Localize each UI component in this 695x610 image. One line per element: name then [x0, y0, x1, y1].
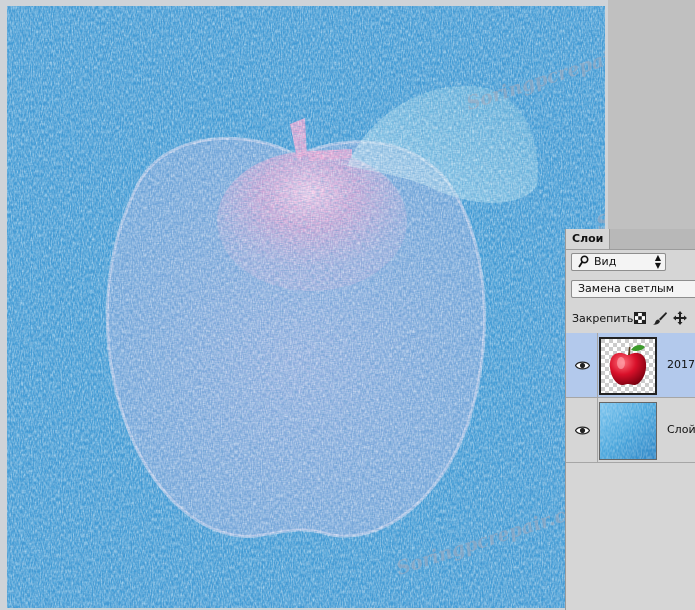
document-canvas[interactable]: Soringpcrepair.com Soringpcrepair.com So… [0, 0, 608, 610]
eye-icon[interactable] [575, 360, 590, 371]
blend-mode-dropdown[interactable]: Замена светлым [571, 280, 695, 298]
artwork[interactable]: Soringpcrepair.com Soringpcrepair.com So… [7, 6, 605, 608]
lock-label: Закрепить: [572, 312, 638, 325]
eye-icon[interactable] [575, 425, 590, 436]
lock-options: Закрепить: [572, 311, 695, 327]
tab-layers[interactable]: Слои [566, 229, 611, 249]
blue-texture-thumbnail [599, 402, 657, 460]
layer-row[interactable]: 201712 [566, 333, 695, 398]
layer-row[interactable]: Слой 1 [566, 398, 695, 463]
layer-filter-dropdown[interactable]: Вид ▲ ▼ [571, 253, 666, 271]
brush-icon[interactable] [653, 311, 667, 325]
move-icon[interactable] [673, 311, 687, 325]
filter-label: Вид [594, 255, 617, 268]
apple-thumbnail [599, 337, 657, 395]
updown-arrows-icon: ▲ ▼ [654, 253, 661, 270]
search-icon [578, 255, 589, 268]
layers-panel: Слои Вид ▲ ▼ Замена светлым Закрепить: 2… [565, 229, 695, 610]
panel-tab-bar: Слои [566, 229, 695, 250]
artwork-image [7, 6, 605, 608]
layer-name[interactable]: 201712 [667, 358, 695, 371]
layer-name[interactable]: Слой 1 [667, 423, 695, 436]
lock-transparency-icon[interactable] [633, 311, 647, 325]
